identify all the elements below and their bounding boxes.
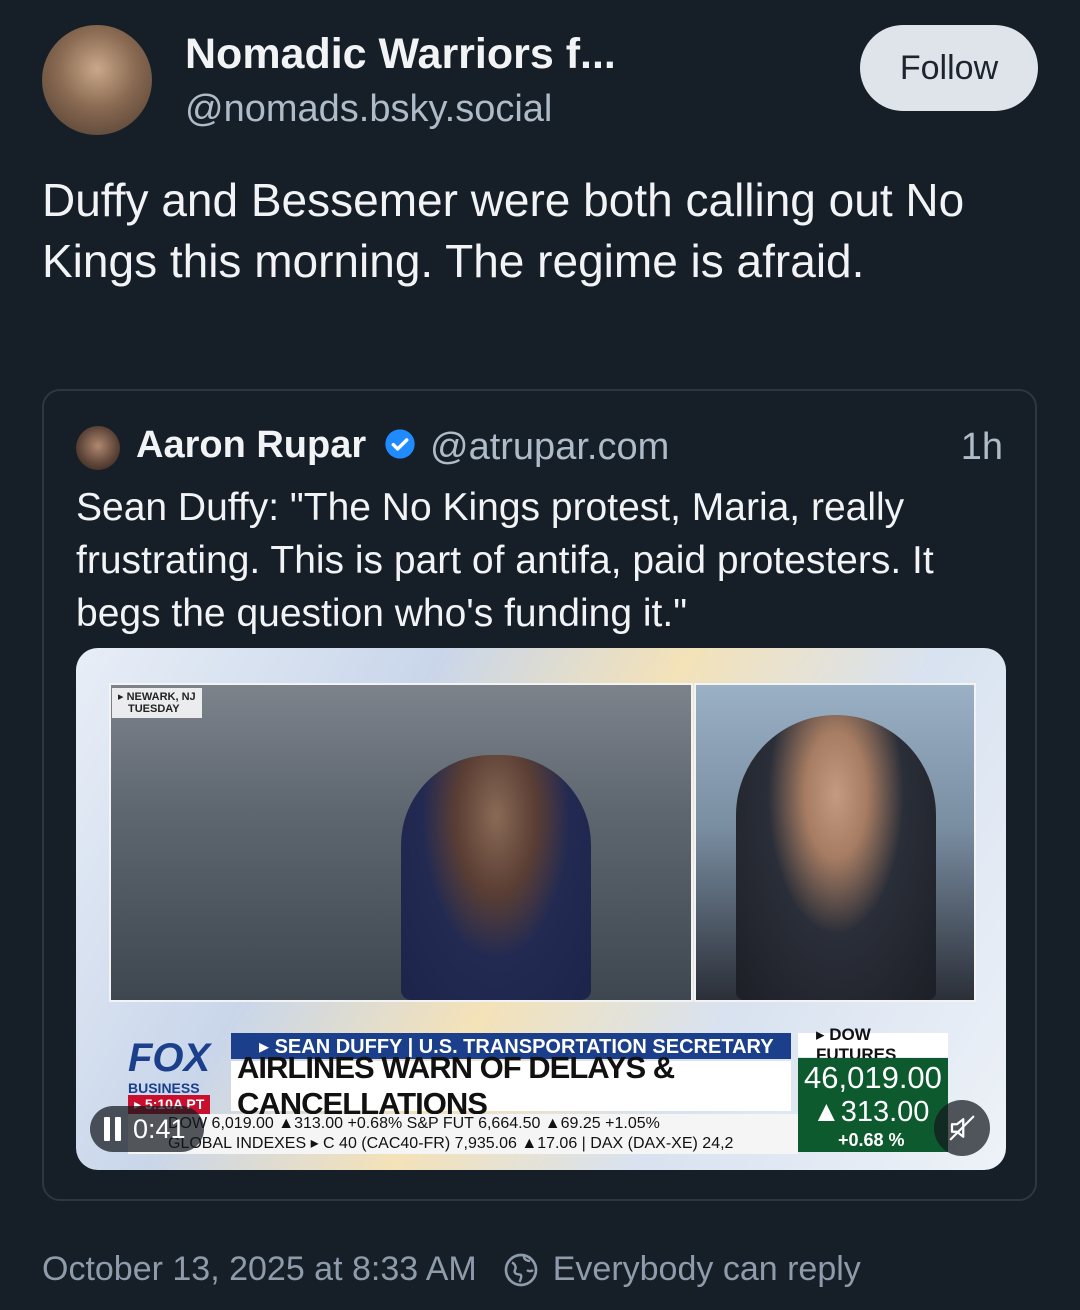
video-location-tag: ▸ NEWARK, NJ TUESDAY — [112, 688, 202, 718]
video-play-pause-control[interactable]: 0:41 — [90, 1106, 204, 1152]
author-avatar[interactable] — [42, 25, 152, 135]
dow-futures-panel: ▸ DOW FUTURES 46,019.00 ▲313.00 +0.68 % — [798, 1025, 948, 1158]
post-footer: October 13, 2025 at 8:33 AM Everybody ca… — [42, 1250, 861, 1289]
pause-icon[interactable] — [104, 1117, 121, 1141]
video-figure-speaker — [736, 715, 936, 1000]
dow-pct: +0.68 % — [838, 1130, 905, 1150]
quote-time: 1h — [960, 426, 1003, 468]
quote-author-name[interactable]: Aaron Rupar — [136, 424, 366, 467]
chyron-headline: AIRLINES WARN OF DELAYS & CANCELLATIONS — [231, 1050, 791, 1121]
dow-value: 46,019.00 — [804, 1060, 942, 1095]
mute-button[interactable] — [934, 1100, 990, 1156]
video-duration: 0:41 — [133, 1113, 186, 1144]
post-text: Duffy and Bessemer were both calling out… — [42, 174, 965, 287]
dow-change: ▲313.00 — [812, 1096, 930, 1128]
author-name[interactable]: Nomadic Warriors f... — [185, 30, 616, 79]
video-frame-speaker — [694, 683, 976, 1002]
globe-icon — [504, 1253, 538, 1286]
quote-text: Sean Duffy: "The No Kings protest, Maria… — [76, 486, 934, 635]
market-ticker: DOW 6,019.00 ▲313.00 +0.68% S&P FUT 6,66… — [128, 1114, 798, 1154]
quote-author-handle[interactable]: @atrupar.com — [430, 426, 669, 469]
video-figure-traveler — [401, 755, 591, 1000]
follow-button[interactable]: Follow — [860, 25, 1038, 111]
author-handle[interactable]: @nomads.bsky.social — [185, 88, 552, 131]
video-frame-airport — [109, 683, 693, 1002]
quoted-post[interactable]: Aaron Rupar @atrupar.com 1h Sean Duffy: … — [42, 389, 1037, 1201]
mute-icon[interactable] — [947, 1113, 977, 1143]
verified-badge-icon — [385, 429, 415, 459]
video-player[interactable]: ▸ NEWARK, NJ TUESDAY FOX BUSINESS ▸ 5:10… — [76, 648, 1006, 1170]
reply-setting[interactable]: Everybody can reply — [553, 1250, 861, 1289]
quote-author-avatar[interactable] — [76, 426, 120, 470]
post-timestamp: October 13, 2025 at 8:33 AM — [42, 1250, 477, 1288]
